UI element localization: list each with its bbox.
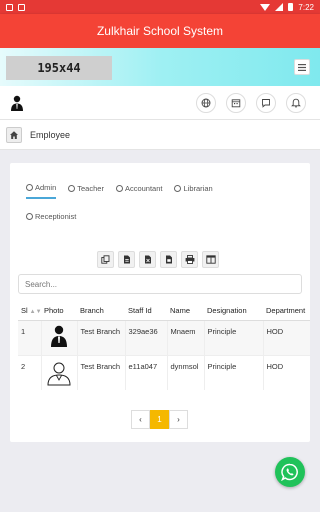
breadcrumb: Employee: [0, 120, 320, 150]
notifications-button[interactable]: [286, 93, 306, 113]
cell-department: HOD: [263, 354, 310, 390]
next-page-button[interactable]: ›: [169, 410, 188, 429]
user-icon: [115, 184, 123, 192]
csv-button[interactable]: [118, 251, 135, 268]
table-row[interactable]: 2 Test Branch e11a047 dynmsol Principle …: [18, 354, 310, 390]
role-tabs: Admin Teacher Accountant Librarian Recep…: [20, 177, 310, 227]
home-icon: [10, 130, 18, 139]
print-button[interactable]: [181, 251, 198, 268]
cell-sl: 2: [18, 354, 42, 390]
pdf-button[interactable]: [160, 251, 177, 268]
column-header-sl[interactable]: Sl ▲▼: [18, 302, 41, 321]
table-row[interactable]: 1 Test Branch 329ae36 Mnaem Principle HO…: [18, 319, 310, 355]
tab-admin[interactable]: Admin: [26, 177, 57, 199]
cell-staff-id: 329ae36: [125, 319, 168, 355]
status-bar: 7:22: [0, 0, 320, 14]
tab-librarian[interactable]: Librarian: [174, 177, 213, 199]
user-bar: [0, 86, 320, 120]
cell-department: HOD: [263, 319, 310, 355]
bell-icon: [291, 98, 301, 108]
print-icon: [185, 255, 194, 264]
notification-icon: [18, 3, 25, 11]
export-toolbar: [97, 251, 219, 268]
pdf-icon: [165, 255, 172, 264]
cell-name: Mnaem: [167, 319, 205, 355]
battery-icon: [288, 3, 294, 11]
cell-designation: Principle: [204, 319, 264, 355]
user-avatar-icon[interactable]: [10, 95, 24, 111]
user-icon: [26, 212, 33, 220]
employee-photo: [51, 325, 67, 347]
cell-name: dynmsol: [167, 354, 205, 390]
csv-icon: [123, 255, 130, 264]
prev-page-button[interactable]: ‹: [131, 410, 150, 429]
cell-sl: 1: [18, 319, 42, 355]
employee-photo: [47, 362, 71, 385]
cell-designation: Principle: [204, 354, 264, 390]
cell-branch: Test Branch: [77, 354, 126, 390]
copy-icon: [101, 255, 110, 264]
menu-icon: [298, 63, 306, 71]
cell-staff-id: e11a047: [125, 354, 168, 390]
column-header-staff-id[interactable]: Staff Id: [125, 302, 167, 321]
status-time: 7:22: [298, 2, 314, 12]
menu-button[interactable]: [294, 59, 310, 75]
tab-teacher[interactable]: Teacher: [68, 177, 104, 199]
cell-photo: [41, 354, 78, 390]
column-header-branch[interactable]: Branch: [77, 302, 125, 321]
whatsapp-icon: [281, 463, 298, 481]
logo-placeholder: 195x44: [6, 56, 112, 80]
columns-icon: [205, 255, 216, 264]
calendar-button[interactable]: [226, 93, 246, 113]
chat-icon: [262, 99, 270, 108]
cell-branch: Test Branch: [77, 319, 126, 355]
page-button-current[interactable]: 1: [150, 410, 169, 429]
page-title: Employee: [30, 129, 71, 140]
messages-button[interactable]: [256, 93, 276, 113]
copy-button[interactable]: [97, 251, 114, 268]
excel-icon: [144, 255, 151, 264]
signal-icon: [275, 3, 284, 11]
whatsapp-button[interactable]: [275, 457, 305, 487]
search-input[interactable]: [18, 274, 302, 294]
column-header-department[interactable]: Department: [263, 302, 310, 321]
globe-icon: [201, 98, 211, 108]
column-header-photo: Photo: [41, 302, 77, 321]
sort-icon: ▲▼: [29, 309, 41, 316]
employee-table: Sl ▲▼ Photo Branch Staff Id Name Designat…: [18, 302, 310, 391]
table-header: Sl ▲▼ Photo Branch Staff Id Name Designat…: [18, 302, 310, 321]
wifi-icon: [260, 3, 271, 11]
user-icon: [26, 183, 33, 191]
calendar-icon: [231, 99, 241, 108]
column-header-name[interactable]: Name: [167, 302, 204, 321]
tab-accountant[interactable]: Accountant: [115, 177, 162, 199]
excel-button[interactable]: [139, 251, 156, 268]
user-icon: [68, 184, 76, 192]
columns-button[interactable]: [202, 251, 219, 268]
pagination: ‹ 1 ›: [131, 410, 188, 429]
app-bar: Zulkhair School System: [0, 14, 320, 48]
app-title: Zulkhair School System: [96, 24, 224, 38]
logo-bar: 195x44: [0, 48, 320, 86]
home-button[interactable]: [6, 126, 22, 143]
cell-photo: [41, 319, 78, 355]
notification-icon: [6, 3, 13, 11]
language-button[interactable]: [196, 93, 216, 113]
tab-receptionist[interactable]: Receptionist: [26, 205, 76, 227]
column-header-designation[interactable]: Designation: [204, 302, 263, 321]
user-icon: [174, 184, 182, 192]
employee-card: Admin Teacher Accountant Librarian Recep…: [10, 163, 310, 442]
